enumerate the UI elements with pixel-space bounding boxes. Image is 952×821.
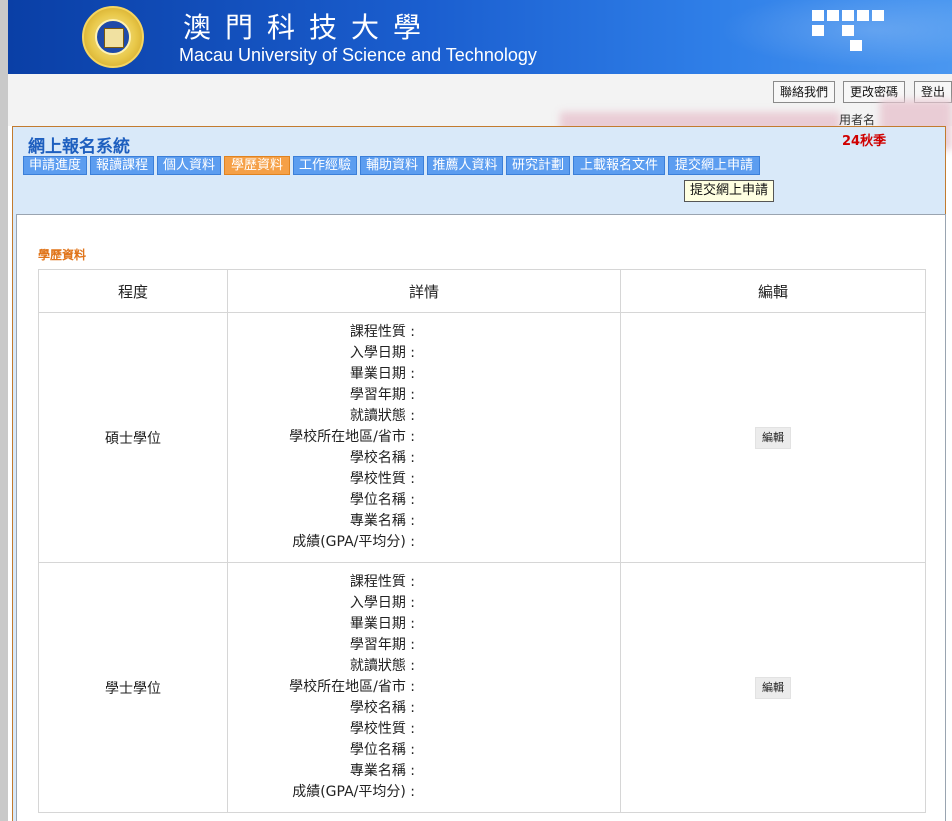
edit-cell: 編輯 <box>620 312 926 563</box>
tab-education[interactable]: 學歷資料 <box>224 156 290 175</box>
education-table: 程度 詳情 編輯 碩士學位 課程性質 : 入學日期 : 畢業日期 : 學習年期 … <box>38 269 926 813</box>
window-left-edge <box>0 0 8 821</box>
field-label: 學習年期 : <box>349 637 415 653</box>
degree-details: 課程性質 : 入學日期 : 畢業日期 : 學習年期 : 就讀狀態 : 學校所在地… <box>227 312 621 563</box>
session-label: 24秋季 <box>842 134 887 149</box>
university-logo <box>82 6 144 68</box>
field-label: 入學日期 : <box>349 345 415 361</box>
logo-seal-icon <box>104 28 124 48</box>
field-label: 專業名稱 : <box>349 763 415 779</box>
field-label: 學校名稱 : <box>349 700 415 716</box>
field-label: 學校性質 : <box>349 471 415 487</box>
column-header-details: 詳情 <box>227 269 621 313</box>
header-banner: 澳門科技大學 Macau University of Science and T… <box>8 0 952 74</box>
field-label: 課程性質 : <box>349 574 415 590</box>
university-name-en: Macau University of Science and Technolo… <box>179 45 537 65</box>
field-label: 就讀狀態 : <box>349 408 415 424</box>
field-label: 課程性質 : <box>349 324 415 340</box>
field-label: 入學日期 : <box>349 595 415 611</box>
tab-personal-info[interactable]: 個人資料 <box>157 156 221 175</box>
field-label: 學校性質 : <box>349 721 415 737</box>
edit-masters-button[interactable]: 編輯 <box>755 426 791 449</box>
brand-squares-icon <box>812 10 892 56</box>
tab-upload-documents[interactable]: 上載報名文件 <box>573 156 665 175</box>
field-label: 專業名稱 : <box>349 513 415 529</box>
edit-cell: 編輯 <box>620 562 926 813</box>
field-label: 學習年期 : <box>349 387 415 403</box>
tab-supplementary[interactable]: 輔助資料 <box>360 156 424 175</box>
column-header-edit: 編輯 <box>620 269 926 313</box>
contact-us-button[interactable]: 聯絡我們 <box>773 81 836 103</box>
section-title: 學歷資料 <box>38 248 87 262</box>
field-label: 學校名稱 : <box>349 450 415 466</box>
system-title: 網上報名系統 <box>28 137 130 157</box>
field-label: 成績(GPA/平均分) : <box>292 534 415 550</box>
field-label: 成績(GPA/平均分) : <box>292 784 415 800</box>
degree-level: 學士學位 <box>38 562 228 813</box>
column-header-level: 程度 <box>38 269 228 313</box>
tab-work-experience[interactable]: 工作經驗 <box>293 156 357 175</box>
field-label: 畢業日期 : <box>349 366 415 382</box>
field-label: 學位名稱 : <box>349 742 415 758</box>
field-label: 畢業日期 : <box>349 616 415 632</box>
field-label: 學校所在地區/省市 : <box>289 679 415 695</box>
tab-tooltip: 提交網上申請 <box>684 180 775 202</box>
tab-referees[interactable]: 推薦人資料 <box>427 156 503 175</box>
tab-application-progress[interactable]: 申請進度 <box>23 156 87 175</box>
tab-programme[interactable]: 報讀課程 <box>90 156 154 175</box>
field-label: 學校所在地區/省市 : <box>289 429 415 445</box>
degree-level: 碩士學位 <box>38 312 228 563</box>
university-name-cn: 澳門科技大學 <box>183 11 436 44</box>
tab-research-plan[interactable]: 研究計劃 <box>506 156 570 175</box>
edit-bachelors-button[interactable]: 編輯 <box>755 676 791 699</box>
table-row: 學士學位 課程性質 : 入學日期 : 畢業日期 : 學習年期 : 就讀狀態 : … <box>38 562 926 813</box>
table-row: 碩士學位 課程性質 : 入學日期 : 畢業日期 : 學習年期 : 就讀狀態 : … <box>38 312 926 563</box>
degree-details: 課程性質 : 入學日期 : 畢業日期 : 學習年期 : 就讀狀態 : 學校所在地… <box>227 562 621 813</box>
field-label: 就讀狀態 : <box>349 658 415 674</box>
table-header-row: 程度 詳情 編輯 <box>38 269 926 313</box>
field-label: 學位名稱 : <box>349 492 415 508</box>
tab-submit-application[interactable]: 提交網上申請 <box>668 156 760 175</box>
